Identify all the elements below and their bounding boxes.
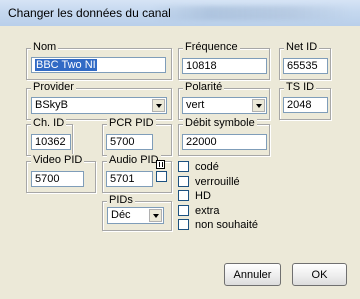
audio-pid-spin-icon[interactable] (156, 160, 165, 169)
ts-id-input[interactable]: 2048 (283, 97, 328, 113)
provider-select[interactable]: BSkyB (31, 97, 167, 114)
nom-label: Nom (31, 41, 59, 53)
cancel-button[interactable]: Annuler (224, 263, 281, 286)
provider-label: Provider (31, 81, 76, 93)
provider-dropdown-button[interactable] (152, 99, 165, 112)
audio-pid-label: Audio PID (107, 154, 161, 166)
frequence-label: Fréquence (183, 41, 240, 53)
polarite-label: Polarité (183, 81, 225, 93)
ok-button[interactable]: OK (292, 263, 347, 286)
pcr-pid-label: PCR PID (107, 117, 156, 129)
checkbox-hd-box[interactable] (178, 190, 189, 201)
net-id-label: Net ID (284, 41, 320, 53)
debit-symbole-label: Débit symbole (183, 117, 257, 129)
checkbox-non-souhaite-box[interactable] (178, 219, 189, 230)
checkbox-code[interactable]: codé (178, 160, 219, 173)
checkbox-extra-box[interactable] (178, 205, 189, 216)
checkbox-code-box[interactable] (178, 161, 189, 172)
chevron-down-icon (255, 103, 262, 108)
window-title: Changer les données du canal (8, 6, 171, 20)
nom-value: BBC Two NI (35, 59, 97, 71)
checkbox-extra[interactable]: extra (178, 204, 219, 217)
polarite-dropdown-button[interactable] (252, 99, 265, 112)
pids-label: PIDs (107, 194, 135, 206)
title-bar-blur (150, 6, 350, 20)
checkbox-hd-label: HD (195, 189, 211, 202)
chevron-down-icon (155, 103, 162, 108)
checkbox-hd[interactable]: HD (178, 189, 211, 202)
checkbox-verrouille-label: verrouillé (195, 175, 240, 188)
checkbox-non-souhaite-label: non souhaité (195, 218, 258, 231)
audio-pid-checkbox[interactable] (156, 170, 173, 183)
provider-value: BSkyB (35, 99, 69, 111)
dialog-window: Changer les données du canal Nom BBC Two… (0, 0, 360, 299)
checkbox-non-souhaite[interactable]: non souhaité (178, 218, 258, 231)
video-pid-input[interactable]: 5700 (31, 171, 84, 187)
frequence-input[interactable]: 10818 (182, 58, 267, 74)
polarite-value: vert (186, 99, 205, 111)
checkbox-verrouille[interactable]: verrouillé (178, 175, 240, 188)
pids-value: Déc (111, 209, 131, 221)
audio-pid-input[interactable]: 5701 (106, 171, 153, 187)
checkbox-verrouille-box[interactable] (178, 176, 189, 187)
chevron-down-icon (152, 213, 159, 218)
ch-id-input[interactable]: 10362 (31, 134, 71, 150)
title-bar: Changer les données du canal (0, 0, 360, 26)
ch-id-label: Ch. ID (31, 117, 67, 129)
audio-pid-checkbox-box[interactable] (156, 171, 167, 182)
video-pid-label: Video PID (31, 154, 85, 166)
debit-symbole-input[interactable]: 22000 (182, 134, 267, 150)
polarite-select[interactable]: vert (182, 97, 267, 114)
net-id-input[interactable]: 65535 (283, 58, 328, 74)
ts-id-label: TS ID (284, 81, 317, 93)
pids-dropdown-button[interactable] (149, 209, 162, 222)
checkbox-extra-label: extra (195, 204, 220, 217)
pids-select[interactable]: Déc (107, 207, 164, 224)
pcr-pid-input[interactable]: 5700 (106, 134, 153, 150)
checkbox-code-label: codé (195, 160, 219, 173)
nom-input[interactable]: BBC Two NI (31, 57, 166, 73)
